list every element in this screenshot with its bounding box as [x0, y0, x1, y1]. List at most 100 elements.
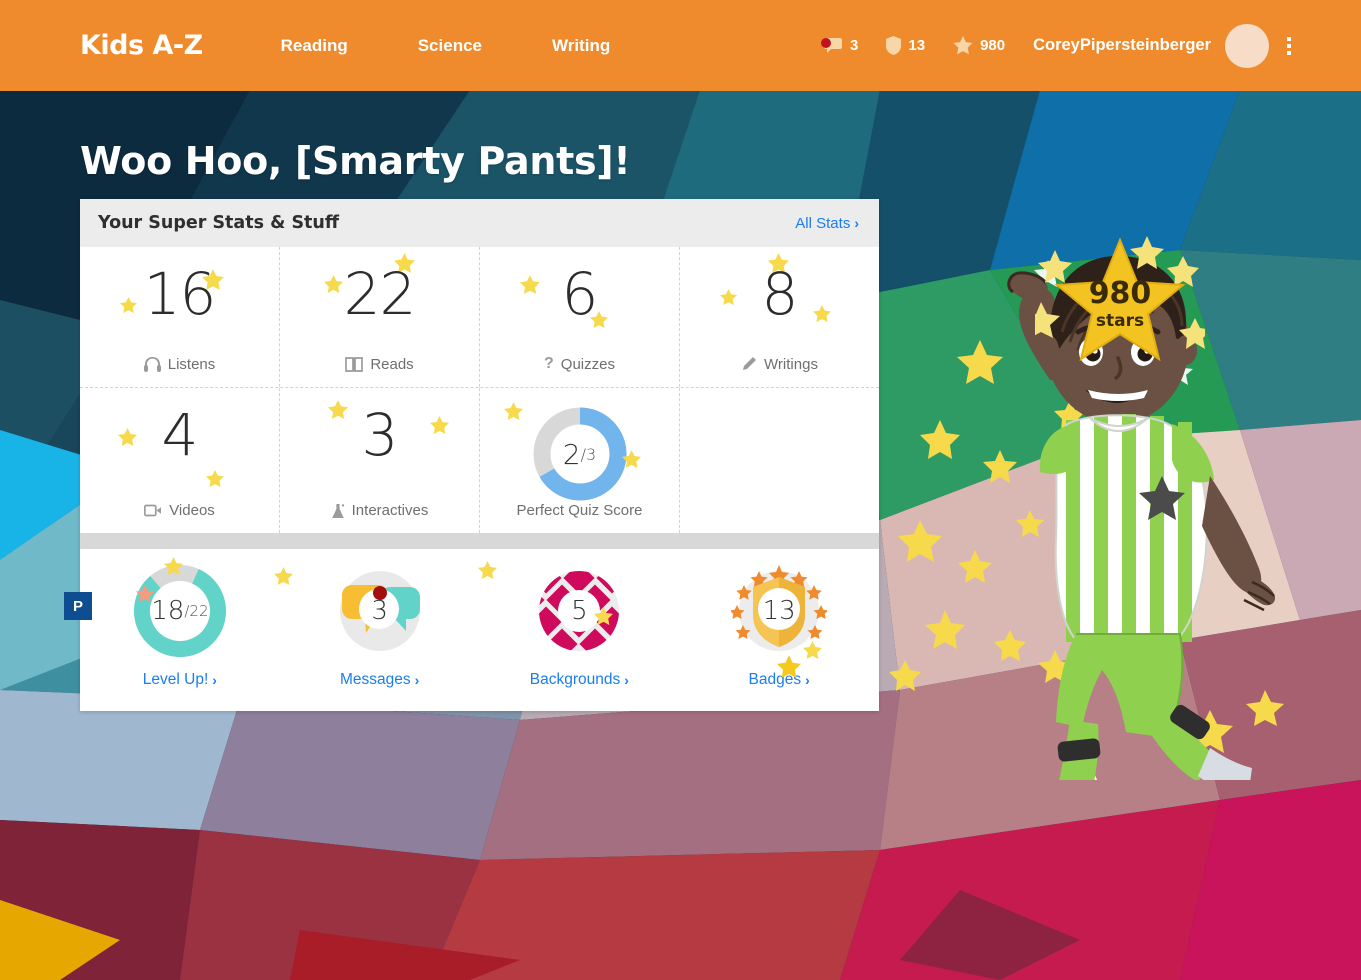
chevron-right-icon: ›	[414, 672, 420, 688]
badges-value: 13	[762, 596, 796, 626]
rewards-row: P 18 /22 Level Up! › 3 Messages › 5 Back…	[64, 549, 879, 711]
star-icon	[206, 470, 224, 487]
reward-level-up[interactable]: 18 /22 Level Up! ›	[80, 557, 280, 689]
backgrounds-value: 5	[571, 596, 588, 626]
shield-icon	[886, 36, 902, 55]
kebab-menu-icon[interactable]	[1287, 36, 1291, 55]
star-icon	[477, 561, 497, 579]
level-up-label: Level Up!	[142, 671, 209, 688]
messages-label: Messages	[339, 671, 411, 688]
star-icon	[430, 416, 449, 434]
stat-value-quizzes: 6	[561, 260, 599, 328]
messages-count: 3	[850, 37, 859, 54]
badges-value-group: 13	[731, 563, 827, 659]
stat-writings[interactable]: 8 Writings	[679, 247, 879, 387]
stars-count: 980	[980, 37, 1006, 54]
stats-card: Your Super Stats & Stuff All Stats › 16 …	[64, 199, 879, 711]
badges-label: Badges	[748, 671, 802, 688]
stats-card-header: Your Super Stats & Stuff All Stats ›	[80, 199, 879, 247]
stat-label-reads: Reads	[370, 356, 414, 373]
stat-quizzes[interactable]: 6 ? Quizzes	[479, 247, 679, 387]
star-burst-icon	[1022, 236, 1211, 362]
stat-label-quizzes: Quizzes	[560, 355, 615, 373]
question-mark-icon: ?	[544, 355, 554, 372]
chevron-right-icon: ›	[854, 215, 859, 231]
stars-counter[interactable]: 980	[953, 36, 1005, 55]
stat-perfect-quiz-score[interactable]: 2 /3 Perfect Quiz Score	[479, 388, 679, 533]
main-nav: Reading Science Writing	[281, 36, 611, 56]
nav-item-reading[interactable]: Reading	[281, 36, 348, 56]
stat-reads[interactable]: 22 Reads	[279, 247, 479, 387]
reward-backgrounds[interactable]: 5 Backgrounds ›	[477, 561, 680, 689]
stat-empty-slot	[679, 388, 879, 533]
backgrounds-value-group: 5	[531, 563, 627, 659]
stat-value-listens: 16	[143, 260, 217, 328]
stat-videos[interactable]: 4 Videos	[80, 388, 279, 533]
badges-icon-art: 13	[729, 563, 829, 659]
messages-link[interactable]: Messages ›	[340, 671, 419, 689]
backgrounds-link[interactable]: Backgrounds ›	[530, 671, 629, 689]
page-title: Woo Hoo, [Smarty Pants]!	[80, 139, 631, 183]
level-up-donut: 18 /22	[132, 563, 228, 659]
pencil-icon	[743, 357, 757, 370]
badges-counter[interactable]: 13	[886, 36, 925, 55]
star-icon	[328, 400, 348, 419]
stat-label-writings-row: Writings	[741, 356, 818, 373]
messages-value: 3	[371, 596, 388, 626]
perfect-quiz-denominator: /3	[580, 444, 597, 464]
perfect-quiz-donut: 2 /3	[532, 406, 628, 502]
stat-label-reads-row: Reads	[345, 356, 414, 373]
nav-item-science[interactable]: Science	[418, 36, 482, 56]
stat-value-reads: 22	[343, 260, 417, 328]
all-stats-label: All Stats	[795, 214, 851, 232]
stats-row-primary: 16 Listens 22 Reads 6 ? Quizzes 8 Writin…	[80, 247, 879, 388]
stat-label-listens: Listens	[167, 356, 216, 373]
chevron-right-icon: ›	[805, 672, 810, 688]
stat-label-videos-row: Videos	[144, 502, 215, 519]
star-icon	[120, 297, 137, 313]
stat-label-videos: Videos	[169, 502, 215, 519]
messages-counter[interactable]: 3	[821, 37, 859, 55]
stats-card-title: Your Super Stats & Stuff	[98, 213, 340, 233]
messages-value-group: 3	[332, 563, 428, 659]
messages-icon-art: 3	[332, 563, 428, 659]
stat-label-quizzes-row: ? Quizzes	[544, 355, 615, 373]
star-icon	[118, 428, 137, 446]
stat-value-videos: 4	[161, 401, 199, 469]
pinterest-save-button[interactable]: P	[64, 592, 92, 620]
stat-label-writings: Writings	[764, 356, 818, 373]
headphones-icon	[143, 357, 161, 372]
nav-item-writing[interactable]: Writing	[552, 36, 610, 56]
header-right-cluster: 3 13 980 CoreyPipersteinberger	[821, 23, 1291, 68]
user-avatar[interactable]	[1225, 23, 1269, 68]
stats-row-secondary: 4 Videos 3 Interactives 2 /3 Perfect Qui…	[80, 388, 879, 533]
username-label[interactable]: CoreyPipersteinberger	[1033, 36, 1211, 55]
level-up-value: 18	[151, 596, 185, 626]
stat-value-writings: 8	[761, 260, 799, 328]
all-stats-link[interactable]: All Stats ›	[795, 215, 859, 232]
flask-icon	[331, 503, 344, 518]
reward-badges[interactable]: 13 Badges ›	[679, 563, 879, 689]
star-icon	[953, 36, 973, 55]
chevron-right-icon: ›	[624, 672, 629, 688]
stat-label-interactives: Interactives	[351, 502, 429, 519]
alert-dot-icon	[821, 37, 832, 48]
perfect-quiz-value-group: 2 /3	[532, 406, 628, 502]
video-camera-icon	[144, 504, 162, 517]
stat-label-listens-row: Listens	[143, 356, 216, 373]
stat-interactives[interactable]: 3 Interactives	[279, 388, 479, 533]
star-icon	[504, 402, 523, 420]
level-up-denominator: /22	[184, 602, 209, 620]
stat-label-perfect-quiz: Perfect Quiz Score	[516, 502, 643, 519]
reward-messages[interactable]: 3 Messages ›	[273, 563, 480, 689]
level-up-link[interactable]: Level Up! ›	[143, 671, 217, 689]
chevron-right-icon: ›	[212, 672, 217, 688]
stat-listens[interactable]: 16 Listens	[80, 247, 279, 387]
star-icon	[520, 275, 540, 294]
backgrounds-label: Backgrounds	[529, 671, 621, 688]
stat-label-interactives-row: Interactives	[331, 502, 429, 519]
brand-logo[interactable]: Kids A-Z	[80, 30, 203, 61]
section-divider	[80, 533, 879, 549]
star-icon	[324, 275, 343, 293]
badges-link[interactable]: Badges ›	[749, 671, 810, 689]
